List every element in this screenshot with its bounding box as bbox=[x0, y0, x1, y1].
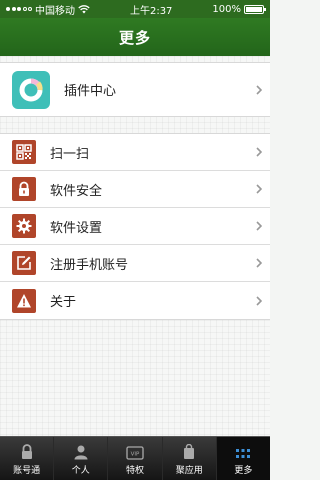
page-title: 更多 bbox=[118, 28, 151, 47]
signal-icon bbox=[6, 7, 32, 11]
tab-privilege[interactable]: VIP 特权 bbox=[108, 437, 163, 480]
tab-label: 更多 bbox=[234, 466, 253, 476]
tab-label: 特权 bbox=[126, 466, 145, 476]
bag-icon bbox=[184, 444, 195, 459]
plugin-center-row[interactable]: 插件中心 bbox=[0, 63, 270, 116]
tab-bar: 账号通 个人 VIP 特权 聚应用 更多 bbox=[0, 436, 271, 480]
grid-dots-icon bbox=[236, 449, 251, 458]
tab-account[interactable]: 账号通 bbox=[0, 437, 55, 480]
menu-item-label: 软件安全 bbox=[50, 183, 103, 199]
menu-list: 扫一扫 软件安全 软件设置 注册手机账号 关于 bbox=[0, 133, 270, 320]
tab-label: 个人 bbox=[71, 466, 90, 476]
tab-personal[interactable]: 个人 bbox=[54, 437, 109, 480]
tab-label: 聚应用 bbox=[175, 466, 203, 476]
plugin-center-label: 插件中心 bbox=[64, 84, 117, 99]
chevron-right-icon bbox=[256, 295, 262, 306]
status-bar: 中国移动 上午2:37 100% bbox=[0, 0, 270, 18]
wifi-icon bbox=[78, 4, 90, 14]
chevron-right-icon bbox=[256, 258, 262, 268]
edit-icon bbox=[12, 251, 36, 275]
menu-item-settings[interactable]: 软件设置 bbox=[0, 208, 270, 245]
menu-item-about[interactable]: 关于 bbox=[0, 282, 270, 319]
tab-more[interactable]: 更多 bbox=[216, 437, 271, 480]
qr-code-icon bbox=[12, 140, 36, 164]
battery-icon bbox=[244, 4, 266, 14]
status-time: 上午2:37 bbox=[129, 5, 173, 17]
chevron-right-icon bbox=[256, 184, 262, 194]
carrier-label: 中国移动 bbox=[35, 5, 75, 17]
person-icon bbox=[74, 445, 88, 460]
chevron-right-icon bbox=[256, 84, 262, 95]
chevron-right-icon bbox=[256, 221, 262, 231]
tab-apps[interactable]: 聚应用 bbox=[163, 437, 217, 480]
menu-item-label: 注册手机账号 bbox=[50, 257, 129, 273]
warning-icon bbox=[12, 288, 36, 313]
gear-icon bbox=[12, 214, 36, 238]
menu-item-label: 扫一扫 bbox=[50, 146, 90, 162]
tab-label: 账号通 bbox=[13, 466, 41, 476]
menu-item-label: 关于 bbox=[50, 295, 77, 310]
lock-icon bbox=[21, 444, 32, 459]
battery-percent: 100% bbox=[212, 3, 241, 15]
vip-card-icon: VIP bbox=[126, 446, 144, 460]
chevron-right-icon bbox=[256, 147, 262, 157]
plugin-center-icon bbox=[12, 70, 50, 109]
menu-item-scan[interactable]: 扫一扫 bbox=[0, 134, 270, 171]
nav-bar: 更多 bbox=[0, 18, 270, 56]
menu-item-security[interactable]: 软件安全 bbox=[0, 171, 270, 208]
svg-text:VIP: VIP bbox=[131, 452, 140, 458]
menu-item-label: 软件设置 bbox=[50, 220, 103, 236]
menu-item-register-phone[interactable]: 注册手机账号 bbox=[0, 245, 270, 282]
plugin-group: 插件中心 bbox=[0, 62, 270, 117]
lock-icon bbox=[12, 177, 36, 201]
